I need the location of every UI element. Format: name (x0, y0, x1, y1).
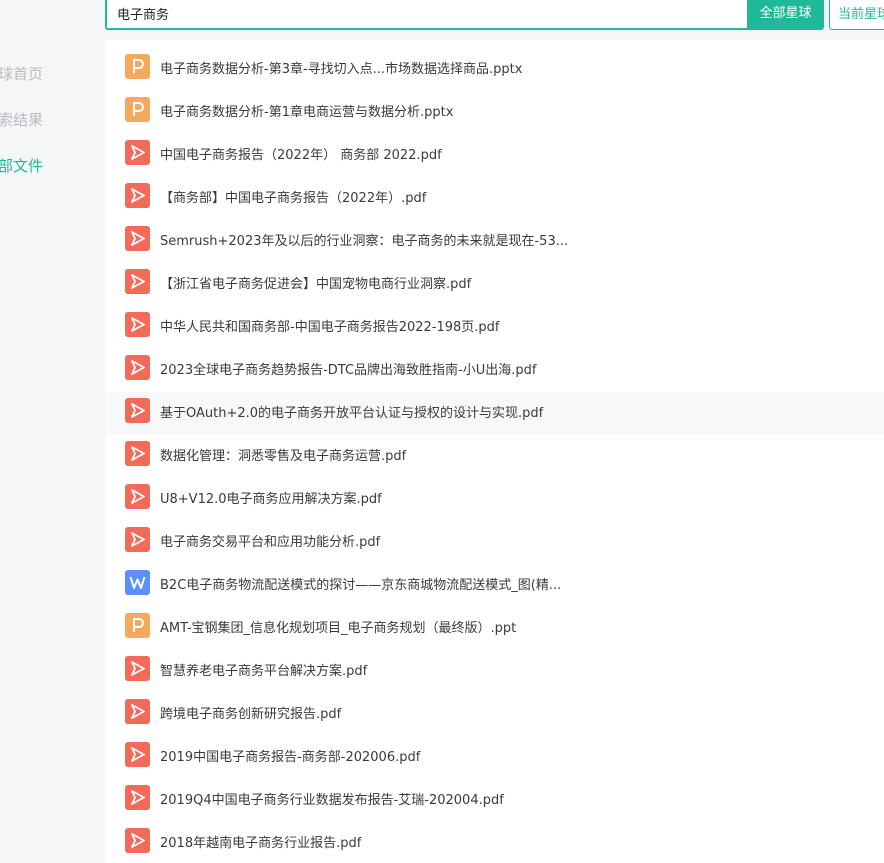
file-row[interactable]: AMT-宝钢集团_信息化规划项目_电子商务规划（最终版）.ppt (105, 607, 884, 650)
file-row[interactable]: 2023全球电子商务趋势报告-DTC品牌出海致胜指南-小U出海.pdf (105, 349, 884, 392)
file-name[interactable]: 跨境电子商务创新研究报告.pdf (160, 703, 341, 722)
pdf-file-icon (125, 828, 150, 853)
file-name[interactable]: 【商务部】中国电子商务报告（2022年）.pdf (160, 187, 426, 206)
sidebar-item-search-results[interactable]: 索结果 (0, 109, 43, 130)
file-name[interactable]: 2023全球电子商务趋势报告-DTC品牌出海致胜指南-小U出海.pdf (160, 359, 536, 378)
search-box[interactable] (105, 0, 748, 30)
file-name[interactable]: 智慧养老电子商务平台解决方案.pdf (160, 660, 367, 679)
file-row[interactable]: 2018年越南电子商务行业报告.pdf (105, 822, 884, 863)
file-row[interactable]: 跨境电子商务创新研究报告.pdf (105, 693, 884, 736)
pdf-file-icon (125, 398, 150, 423)
pdf-file-icon (125, 484, 150, 509)
file-name[interactable]: 电子商务数据分析-第3章-寻找切入点...市场数据选择商品.pptx (160, 58, 522, 77)
file-name[interactable]: B2C电子商务物流配送模式的探讨——京东商城物流配送模式_图(精... (160, 574, 561, 593)
file-row[interactable]: 电子商务交易平台和应用功能分析.pdf (105, 521, 884, 564)
file-name[interactable]: 2019Q4中国电子商务行业数据发布报告-艾瑞-202004.pdf (160, 789, 504, 808)
file-name[interactable]: 2019中国电子商务报告-商务部-202006.pdf (160, 746, 420, 765)
pdf-file-icon (125, 527, 150, 552)
ppt-file-icon (125, 54, 150, 79)
file-row[interactable]: 基于OAuth+2.0的电子商务开放平台认证与授权的设计与实现.pdf (105, 392, 884, 435)
file-name[interactable]: Semrush+2023年及以后的行业洞察：电子商务的未来就是现在-53... (160, 230, 568, 249)
pdf-file-icon (125, 269, 150, 294)
pdf-file-icon (125, 742, 150, 767)
pdf-file-icon (125, 441, 150, 466)
file-name[interactable]: AMT-宝钢集团_信息化规划项目_电子商务规划（最终版）.ppt (160, 617, 516, 636)
file-row[interactable]: 电子商务数据分析-第3章-寻找切入点...市场数据选择商品.pptx (105, 48, 884, 91)
file-name[interactable]: 电子商务交易平台和应用功能分析.pdf (160, 531, 380, 550)
search-input[interactable] (117, 6, 717, 21)
sidebar-item-all-files[interactable]: 部文件 (0, 155, 43, 176)
file-row[interactable]: 智慧养老电子商务平台解决方案.pdf (105, 650, 884, 693)
file-name[interactable]: 数据化管理：洞悉零售及电子商务运营.pdf (160, 445, 406, 464)
pdf-file-icon (125, 183, 150, 208)
file-row[interactable]: 2019Q4中国电子商务行业数据发布报告-艾瑞-202004.pdf (105, 779, 884, 822)
pdf-file-icon (125, 785, 150, 810)
search-current-planet-button[interactable]: 当前星球 (829, 0, 884, 30)
file-row[interactable]: 数据化管理：洞悉零售及电子商务运营.pdf (105, 435, 884, 478)
file-name[interactable]: 电子商务数据分析-第1章电商运营与数据分析.pptx (160, 101, 453, 120)
file-row[interactable]: B2C电子商务物流配送模式的探讨——京东商城物流配送模式_图(精... (105, 564, 884, 607)
file-row[interactable]: 【浙江省电子商务促进会】中国宠物电商行业洞察.pdf (105, 263, 884, 306)
pdf-file-icon (125, 656, 150, 681)
file-list: 电子商务数据分析-第3章-寻找切入点...市场数据选择商品.pptx 电子商务数据… (105, 40, 884, 863)
file-name[interactable]: 中国电子商务报告（2022年） 商务部 2022.pdf (160, 144, 442, 163)
search-all-planets-button[interactable]: 全部星球 (747, 0, 824, 30)
pdf-file-icon (125, 699, 150, 724)
file-name[interactable]: 中华人民共和国商务部-中国电子商务报告2022-198页.pdf (160, 316, 500, 335)
file-row[interactable]: 【商务部】中国电子商务报告（2022年）.pdf (105, 177, 884, 220)
word-file-icon (125, 570, 150, 595)
file-row[interactable]: Semrush+2023年及以后的行业洞察：电子商务的未来就是现在-53... (105, 220, 884, 263)
sidebar-item-planet-home[interactable]: 球首页 (0, 63, 43, 84)
pdf-file-icon (125, 355, 150, 380)
file-row[interactable]: 中国电子商务报告（2022年） 商务部 2022.pdf (105, 134, 884, 177)
file-row[interactable]: 中华人民共和国商务部-中国电子商务报告2022-198页.pdf (105, 306, 884, 349)
file-row[interactable]: 电子商务数据分析-第1章电商运营与数据分析.pptx (105, 91, 884, 134)
file-name[interactable]: 2018年越南电子商务行业报告.pdf (160, 832, 361, 851)
file-name[interactable]: U8+V12.0电子商务应用解决方案.pdf (160, 488, 382, 507)
file-row[interactable]: 2019中国电子商务报告-商务部-202006.pdf (105, 736, 884, 779)
top-bar: 全部星球 当前星球 (0, 0, 884, 40)
pdf-file-icon (125, 140, 150, 165)
sidebar: 球首页 索结果 部文件 (0, 40, 105, 863)
pdf-file-icon (125, 312, 150, 337)
pdf-file-icon (125, 226, 150, 251)
file-name[interactable]: 基于OAuth+2.0的电子商务开放平台认证与授权的设计与实现.pdf (160, 402, 543, 421)
file-row[interactable]: U8+V12.0电子商务应用解决方案.pdf (105, 478, 884, 521)
ppt-file-icon (125, 613, 150, 638)
file-name[interactable]: 【浙江省电子商务促进会】中国宠物电商行业洞察.pdf (160, 273, 471, 292)
ppt-file-icon (125, 97, 150, 122)
